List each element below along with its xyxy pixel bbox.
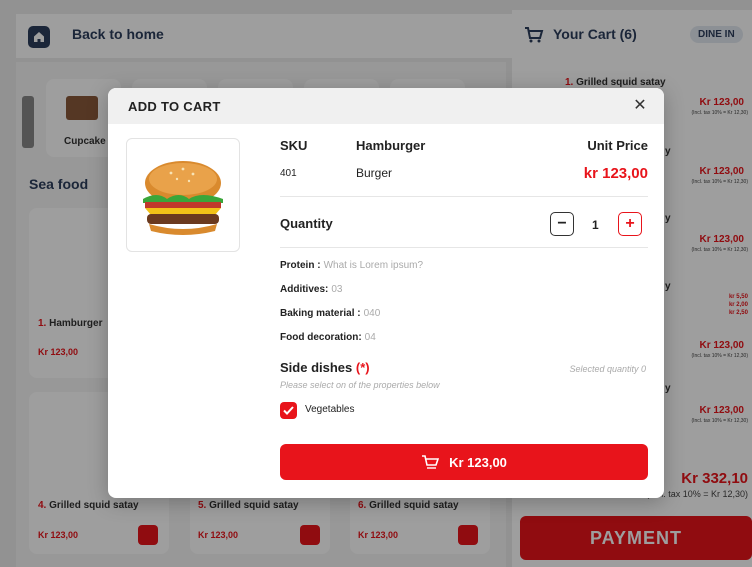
cart-icon (422, 455, 440, 469)
property-row: Baking material :040 (280, 308, 381, 319)
add-to-cart-button[interactable]: Kr 123,00 (280, 444, 648, 480)
side-dishes-hint: Please select on of the properties below (280, 380, 440, 390)
sku-value: 401 (280, 168, 297, 179)
close-icon[interactable]: ✕ (632, 98, 648, 114)
hamburger-image-icon (143, 161, 223, 235)
quantity-value: 1 (592, 218, 599, 232)
unit-price-value: kr 123,00 (583, 165, 648, 182)
add-to-cart-modal: ADD TO CART ✕ SKU Hamburger Unit Price 4… (108, 88, 664, 498)
vegetables-checkbox[interactable] (280, 402, 297, 419)
vegetables-label[interactable]: Vegetables (305, 404, 355, 415)
modal-header: ADD TO CART ✕ (108, 88, 664, 124)
add-to-cart-price: Kr 123,00 (449, 454, 507, 470)
quantity-increment-button[interactable]: + (618, 212, 642, 236)
check-icon (283, 406, 294, 415)
selected-quantity: Selected quantity 0 (569, 364, 646, 374)
divider (280, 196, 648, 197)
name-header: Hamburger (356, 138, 426, 153)
product-image (126, 138, 240, 252)
sku-header: SKU (280, 138, 308, 153)
property-row: Protein : What is Lorem ipsum? (280, 260, 424, 271)
product-name-value: Burger (356, 166, 393, 180)
side-dishes-title: Side dishes (*) (280, 360, 370, 375)
unit-price-header: Unit Price (587, 138, 648, 153)
quantity-decrement-button[interactable]: − (550, 212, 574, 236)
property-row: Additives: 03 (280, 284, 343, 295)
divider (280, 247, 648, 248)
modal-title: ADD TO CART (128, 99, 221, 114)
quantity-label: Quantity (280, 216, 333, 231)
property-row: Food decoration: 04 (280, 332, 376, 343)
